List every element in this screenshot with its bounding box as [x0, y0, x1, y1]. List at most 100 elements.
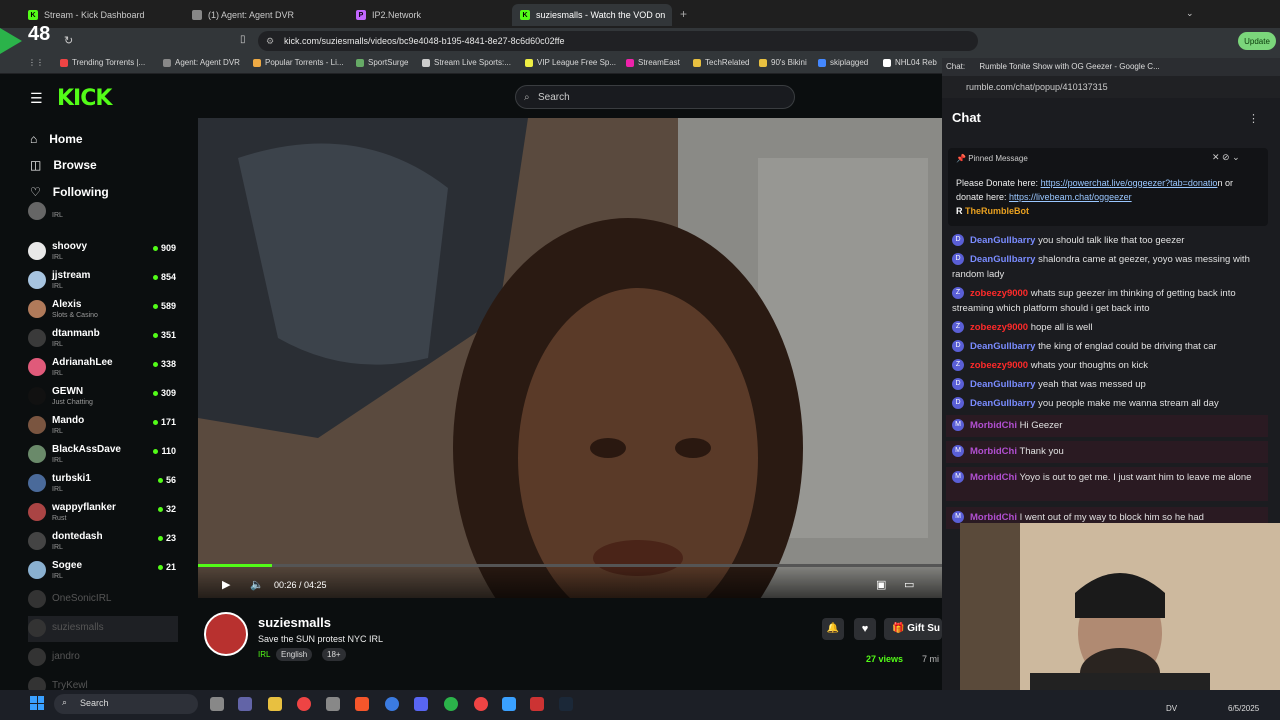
steam-icon[interactable] — [559, 697, 573, 711]
sidebar-channel[interactable]: AdrianahLee IRL 338 — [28, 355, 178, 381]
windows-start-icon[interactable] — [30, 696, 44, 710]
viewer-count: 854 — [152, 272, 176, 282]
taskbar-search[interactable]: ⌕ Search — [54, 694, 198, 714]
bookmark-item[interactable]: Trending Torrents |... — [60, 58, 145, 67]
browser-tab[interactable]: P IP2.Network — [348, 4, 508, 26]
discord-icon[interactable] — [414, 697, 428, 711]
notify-bell-icon[interactable]: 🔔 — [822, 618, 844, 640]
browser-tab-active[interactable]: K suziesmalls - Watch the VOD on ✕ — [512, 4, 672, 26]
bookmark-icon[interactable]: ▯ — [240, 34, 246, 45]
menu-icon[interactable]: ☰ — [30, 90, 43, 107]
bookmark-item[interactable]: SportSurge — [356, 58, 408, 67]
pinned-user[interactable]: R TheRumbleBot — [956, 206, 1029, 216]
gift-sub-button[interactable]: 🎁 Gift Su — [884, 618, 942, 640]
streamer-avatar[interactable] — [204, 612, 248, 656]
sidebar-channel-offline[interactable]: OneSonicIRL — [28, 587, 178, 613]
sidebar-channel[interactable]: wappyflanker Rust 32 — [28, 500, 178, 526]
sidebar-channel[interactable]: shoovy IRL 909 — [28, 239, 178, 265]
chat-menu-icon[interactable]: ⋮ — [1248, 112, 1259, 125]
messenger-icon[interactable] — [385, 697, 399, 711]
channel-category: Just Chatting — [52, 399, 93, 406]
bookmark-item[interactable]: Stream Live Sports:... — [422, 58, 511, 67]
nav-following[interactable]: ♡ Following — [30, 185, 109, 199]
video-player[interactable]: ▶ 🔈 00:26 / 04:25 ▣ ▭ — [198, 118, 942, 598]
live-dot — [153, 449, 159, 454]
donate-link[interactable]: https://powerchat.live/oggeezer?tab=dona… — [1041, 178, 1218, 188]
channel-name: jandro — [52, 651, 80, 662]
bookmark-item[interactable]: Popular Torrents - Li... — [253, 58, 344, 67]
sidebar-channel[interactable]: turbski1 IRL 56 — [28, 471, 178, 497]
theater-icon[interactable]: ▭ — [904, 578, 914, 591]
sidebar-channel[interactable]: jjstream IRL 854 — [28, 268, 178, 294]
sidebar-channel[interactable]: GEWN Just Chatting 309 — [28, 384, 178, 410]
file-explorer-icon[interactable] — [268, 697, 282, 711]
tab-search-icon[interactable]: ⌄ — [1186, 8, 1194, 19]
url-bar[interactable]: ⚙ kick.com/suziesmalls/videos/bc9e4048-b… — [258, 31, 978, 51]
sidebar-channel[interactable]: dontedash IRL 23 — [28, 529, 178, 555]
tag-age[interactable]: 18+ — [322, 648, 346, 661]
chrome-icon[interactable] — [297, 697, 311, 711]
close-tab-icon[interactable]: ✕ — [671, 10, 672, 21]
browser-tab[interactable]: (1) Agent: Agent DVR — [184, 4, 344, 26]
kick-logo[interactable]: KICK — [57, 86, 112, 111]
sidebar-channel[interactable]: IRL — [28, 202, 178, 224]
sidebar-channel[interactable]: Mando IRL 171 — [28, 413, 178, 439]
nav-browse[interactable]: ◫ Browse — [30, 158, 97, 172]
chat-username[interactable]: MorbidChi — [970, 472, 1017, 483]
sidebar-channel[interactable]: Sogee IRL 21 — [28, 558, 178, 584]
chat-username[interactable]: MorbidChi — [970, 512, 1017, 523]
play-button[interactable]: ▶ — [222, 578, 230, 591]
chat-username[interactable]: MorbidChi — [970, 420, 1017, 431]
chat-username[interactable]: MorbidChi — [970, 446, 1017, 457]
tag-language[interactable]: English — [276, 648, 313, 661]
app-icon[interactable] — [474, 697, 488, 711]
chat-username[interactable]: DeanGullbarry — [970, 379, 1035, 390]
chat-username[interactable]: DeanGullbarry — [970, 254, 1035, 265]
chat-username[interactable]: zobeezy9000 — [970, 322, 1028, 333]
volume-icon[interactable]: 🔈 — [250, 578, 264, 591]
bookmark-item[interactable]: StreamEast — [626, 58, 680, 67]
chat-window-titlebar[interactable]: Chat: Rumble Tonite Show with OG Geezer … — [942, 58, 1280, 76]
live-dot — [152, 275, 158, 280]
bookmark-folder[interactable]: 90's Bikini — [759, 58, 807, 67]
sidebar-channel[interactable]: Alexis Slots & Casino 589 — [28, 297, 178, 323]
chat-username[interactable]: DeanGullbarry — [970, 398, 1035, 409]
sidebar-channel-offline[interactable]: suziesmalls — [28, 616, 178, 642]
tag-irl[interactable]: IRL — [258, 650, 270, 659]
nav-home[interactable]: ⌂ Home — [30, 132, 83, 146]
chat-url-bar[interactable]: rumble.com/chat/popup/410137315 — [942, 76, 1280, 98]
apps-icon[interactable]: ⋮⋮ — [28, 58, 44, 67]
app-icon[interactable] — [530, 697, 544, 711]
donate-link[interactable]: https://livebeam.chat/oggeezer — [1009, 192, 1132, 202]
follow-heart-icon[interactable]: ♥ — [854, 618, 876, 640]
pinned-actions-icon[interactable]: ✕ ⊘ ⌄ — [1212, 152, 1240, 163]
app-icon[interactable] — [502, 697, 516, 711]
bookmark-item[interactable]: skiplagged — [818, 58, 868, 67]
sidebar-channel-offline[interactable]: TryKewl — [28, 674, 178, 690]
update-button[interactable]: Update — [1238, 32, 1276, 50]
streamer-name[interactable]: suziesmalls — [258, 615, 331, 630]
search-input[interactable]: ⌕ Search — [515, 85, 795, 109]
security-icon[interactable] — [326, 697, 340, 711]
bookmark-item[interactable]: NHL04 Reb — [883, 58, 937, 67]
chat-username[interactable]: DeanGullbarry — [970, 341, 1035, 352]
sidebar-channel[interactable]: BlackAssDave IRL 110 — [28, 442, 178, 468]
clip-icon[interactable]: ▣ — [876, 578, 886, 591]
sidebar-channel[interactable]: dtanmanb IRL 351 — [28, 326, 178, 352]
language-indicator[interactable]: DV — [1166, 704, 1177, 713]
sidebar-channel-offline[interactable]: jandro — [28, 645, 178, 671]
reload-icon[interactable]: ↻ — [64, 34, 73, 47]
teams-icon[interactable] — [238, 697, 252, 711]
task-view-icon[interactable] — [210, 697, 224, 711]
bookmark-folder[interactable]: TechRelated — [693, 58, 749, 67]
bookmark-item[interactable]: VIP League Free Sp... — [525, 58, 616, 67]
chat-username[interactable]: zobeezy9000 — [970, 288, 1028, 299]
taskbar-date[interactable]: 6/5/2025 — [1228, 704, 1259, 713]
chat-username[interactable]: zobeezy9000 — [970, 360, 1028, 371]
brave-icon[interactable] — [355, 697, 369, 711]
seek-bar[interactable] — [198, 564, 942, 567]
bookmark-item[interactable]: Agent: Agent DVR — [163, 58, 240, 67]
chrome-active-icon[interactable] — [444, 697, 458, 711]
chat-username[interactable]: DeanGullbarry — [970, 235, 1035, 246]
new-tab-icon[interactable]: + — [680, 7, 687, 21]
